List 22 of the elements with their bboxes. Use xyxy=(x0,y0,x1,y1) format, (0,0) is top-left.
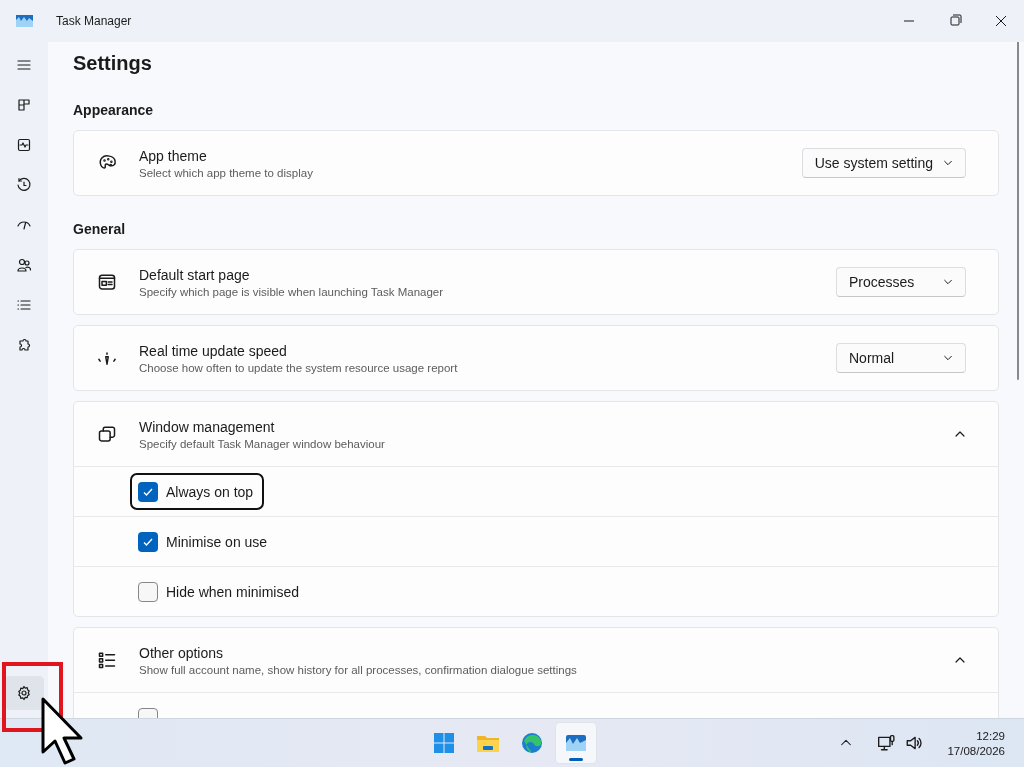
dropdown[interactable]: Processes xyxy=(836,267,966,297)
window-title: Task Manager xyxy=(56,14,133,28)
section-heading: Appearance xyxy=(73,101,155,120)
clock-time: 12:29 xyxy=(976,729,1005,742)
checkbox-label: Minimise on use xyxy=(166,533,268,550)
setting-title: Other options xyxy=(139,644,225,661)
setting-title: App theme xyxy=(139,147,208,164)
dropdown[interactable]: Normal xyxy=(836,343,966,373)
section-heading: General xyxy=(73,220,127,239)
setting-description: Specify which page is visible when launching Task Manager xyxy=(139,285,445,298)
setting-description: Show full account name, show history for all processes, confirmation dialogue settings xyxy=(139,663,578,676)
dropdown[interactable]: Use system setting xyxy=(801,148,966,178)
setting-description: Select which app theme to display xyxy=(139,166,314,179)
clock-date: 17/08/2026 xyxy=(947,744,1005,757)
setting-description: Specify default Task Manager window behaviour xyxy=(139,437,386,450)
page-title: Settings xyxy=(73,51,153,76)
setting-title: Real time update speed xyxy=(139,342,288,359)
setting-title: Window management xyxy=(139,418,276,435)
checkbox-label: Hide when minimised xyxy=(166,583,300,600)
setting-title: Default start page xyxy=(139,266,251,283)
checkbox-label: Always on top xyxy=(166,483,254,500)
setting-description: Choose how often to update the system resource usage report xyxy=(139,361,459,374)
